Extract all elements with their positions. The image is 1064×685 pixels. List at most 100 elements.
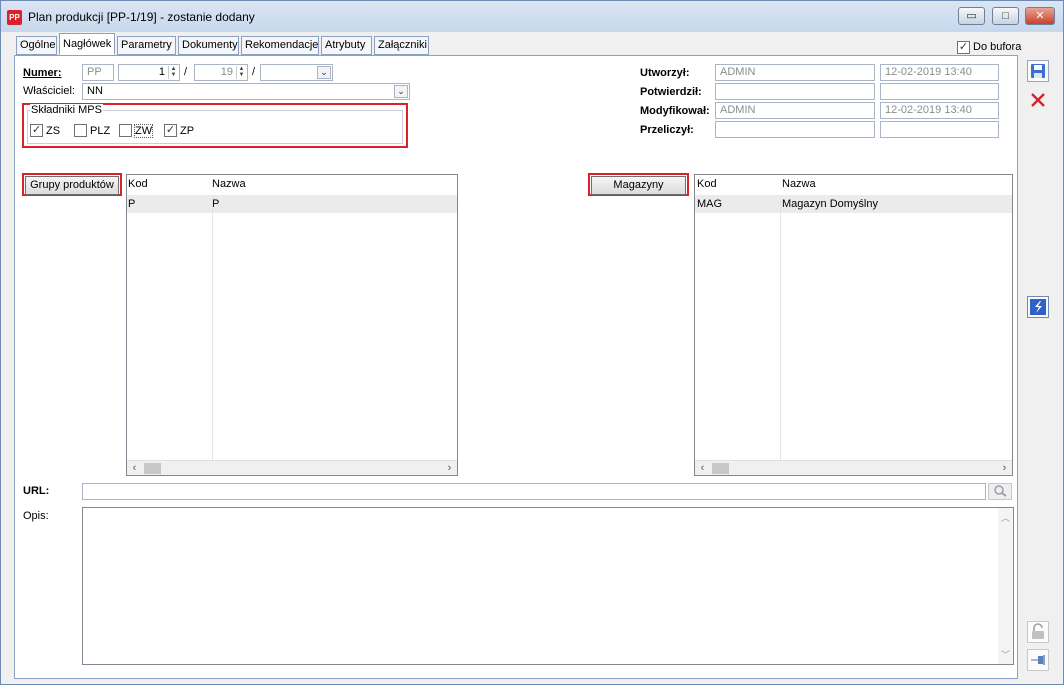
grupy-col-divider xyxy=(212,195,213,460)
numer-prefix-field: PP xyxy=(82,64,114,81)
mps-legend: Składniki MPS xyxy=(30,104,103,116)
magazyny-button[interactable]: Magazyny xyxy=(591,176,686,195)
title-bar: PP Plan produkcji [PP-1/19] - zostanie d… xyxy=(1,1,1063,32)
utworzyl-date-field: 12-02-2019 13:40 xyxy=(880,64,999,81)
search-icon xyxy=(994,485,1007,497)
magazyny-grid-header: Kod Nazwa xyxy=(695,175,1012,195)
grupy-grid: Kod Nazwa P P ‹ › xyxy=(126,174,458,476)
tab-parametry[interactable]: Parametry xyxy=(117,36,176,55)
maximize-icon: □ xyxy=(1002,10,1009,22)
scroll-left-icon[interactable]: ‹ xyxy=(127,461,142,475)
close-button[interactable]: ✕ xyxy=(1025,7,1055,25)
do-bufora-checkbox[interactable]: ✓ xyxy=(957,41,970,54)
numer-year-value: 19 xyxy=(220,66,233,78)
wlasciciel-value: NN xyxy=(87,85,103,97)
numer-number-field[interactable]: 1 ▲ ▼ xyxy=(118,64,180,81)
pin-button[interactable] xyxy=(1027,649,1049,671)
potwierdzil-label: Potwierdził: xyxy=(640,86,702,98)
lightning-icon xyxy=(1030,299,1046,315)
scroll-thumb[interactable] xyxy=(144,463,161,474)
scroll-down-icon[interactable]: ﹀ xyxy=(998,648,1013,661)
opis-label: Opis: xyxy=(23,510,49,522)
tab-zalaczniki[interactable]: Załączniki xyxy=(374,36,429,55)
grupy-cell-kod: P xyxy=(128,198,136,210)
lock-icon xyxy=(1032,623,1044,639)
mps-zw-label: ZW xyxy=(133,124,154,138)
potwierdzil-user-field xyxy=(715,83,875,100)
tab-atrybuty[interactable]: Atrybuty xyxy=(321,36,372,55)
pin-icon xyxy=(1031,655,1045,665)
magazyny-grid: Kod Nazwa MAG Magazyn Domyślny ‹ › xyxy=(694,174,1013,476)
magazyny-cell-kod: MAG xyxy=(697,198,723,210)
przeliczyl-date-field xyxy=(880,121,999,138)
przeliczyl-label: Przeliczył: xyxy=(640,124,694,136)
lightning-button[interactable] xyxy=(1027,296,1049,318)
utworzyl-user-field: ADMIN xyxy=(715,64,875,81)
window-title: Plan produkcji [PP-1/19] - zostanie doda… xyxy=(28,10,255,24)
scroll-left-icon[interactable]: ‹ xyxy=(695,461,710,475)
magazyny-col-kod[interactable]: Kod xyxy=(697,178,717,190)
numer-label: Numer: xyxy=(23,67,62,79)
mps-zs-checkbox[interactable]: ✓ xyxy=(30,124,43,137)
wlasciciel-combo[interactable]: NN ⌄ xyxy=(82,83,410,100)
numer-year-spin-icon[interactable]: ▲ ▼ xyxy=(236,66,246,79)
mps-zs-label: ZS xyxy=(46,125,61,137)
mps-plz-checkbox[interactable] xyxy=(74,124,87,137)
tab-rekomendacje[interactable]: Rekomendacje xyxy=(241,36,319,55)
numer-separator-1: / xyxy=(184,66,188,78)
mps-zw-checkbox[interactable] xyxy=(119,124,132,137)
numer-series-combo[interactable]: ⌄ xyxy=(260,64,333,81)
cancel-icon xyxy=(1031,93,1045,107)
mps-plz-label: PLZ xyxy=(90,125,111,137)
numer-spin-icon[interactable]: ▲ ▼ xyxy=(168,66,178,79)
scroll-thumb[interactable] xyxy=(712,463,729,474)
maximize-button[interactable]: □ xyxy=(992,7,1019,25)
close-icon: ✕ xyxy=(1035,10,1045,22)
table-row[interactable]: MAG Magazyn Domyślny xyxy=(695,195,1012,213)
window: PP Plan produkcji [PP-1/19] - zostanie d… xyxy=(0,0,1064,685)
minimize-button[interactable]: ▭ xyxy=(958,7,985,25)
scroll-right-icon[interactable]: › xyxy=(997,461,1012,475)
opis-vscroll[interactable]: ︿ ﹀ xyxy=(998,508,1013,664)
grupy-produktow-button[interactable]: Grupy produktów xyxy=(25,176,119,195)
mps-zp-checkbox[interactable]: ✓ xyxy=(164,124,177,137)
tab-ogolne[interactable]: Ogólne xyxy=(16,36,57,55)
grupy-grid-header: Kod Nazwa xyxy=(127,175,457,195)
url-field[interactable] xyxy=(82,483,986,500)
numer-number-value: 1 xyxy=(158,66,165,78)
modyfikowal-date-field: 12-02-2019 13:40 xyxy=(880,102,999,119)
table-row[interactable]: P P xyxy=(127,195,457,213)
potwierdzil-date-field xyxy=(880,83,999,100)
url-label: URL: xyxy=(23,485,50,497)
grupy-col-kod[interactable]: Kod xyxy=(128,178,148,190)
grupy-hscroll[interactable]: ‹ › xyxy=(127,460,457,475)
modyfikowal-label: Modyfikował: xyxy=(640,105,710,117)
opis-textarea[interactable]: ︿ ﹀ xyxy=(82,507,1014,665)
wlasciciel-label: Właściciel: xyxy=(23,85,75,97)
save-button[interactable] xyxy=(1027,60,1049,82)
grupy-col-nazwa[interactable]: Nazwa xyxy=(212,178,246,190)
lock-button[interactable] xyxy=(1027,621,1049,643)
chevron-down-icon[interactable]: ⌄ xyxy=(317,66,331,79)
chevron-down-icon[interactable]: ⌄ xyxy=(394,85,408,98)
magazyny-col-nazwa[interactable]: Nazwa xyxy=(782,178,816,190)
utworzyl-label: Utworzył: xyxy=(640,67,690,79)
minimize-icon: ▭ xyxy=(966,10,977,22)
cancel-button[interactable] xyxy=(1027,89,1049,111)
tab-dokumenty[interactable]: Dokumenty xyxy=(178,36,239,55)
tab-naglowek[interactable]: Nagłówek xyxy=(59,33,115,55)
magazyny-hscroll[interactable]: ‹ › xyxy=(695,460,1012,475)
scroll-up-icon[interactable]: ︿ xyxy=(998,511,1013,524)
grupy-cell-nazwa: P xyxy=(212,198,220,210)
scroll-right-icon[interactable]: › xyxy=(442,461,457,475)
do-bufora-label: Do bufora xyxy=(973,41,1022,53)
numer-year-field[interactable]: 19 ▲ ▼ xyxy=(194,64,248,81)
magazyny-cell-nazwa: Magazyn Domyślny xyxy=(782,198,878,210)
save-icon xyxy=(1031,64,1045,78)
przeliczyl-user-field xyxy=(715,121,875,138)
modyfikowal-user-field: ADMIN xyxy=(715,102,875,119)
url-search-button[interactable] xyxy=(988,483,1012,500)
numer-separator-2: / xyxy=(252,66,256,78)
app-icon: PP xyxy=(7,10,22,25)
magazyny-col-divider xyxy=(780,195,781,460)
